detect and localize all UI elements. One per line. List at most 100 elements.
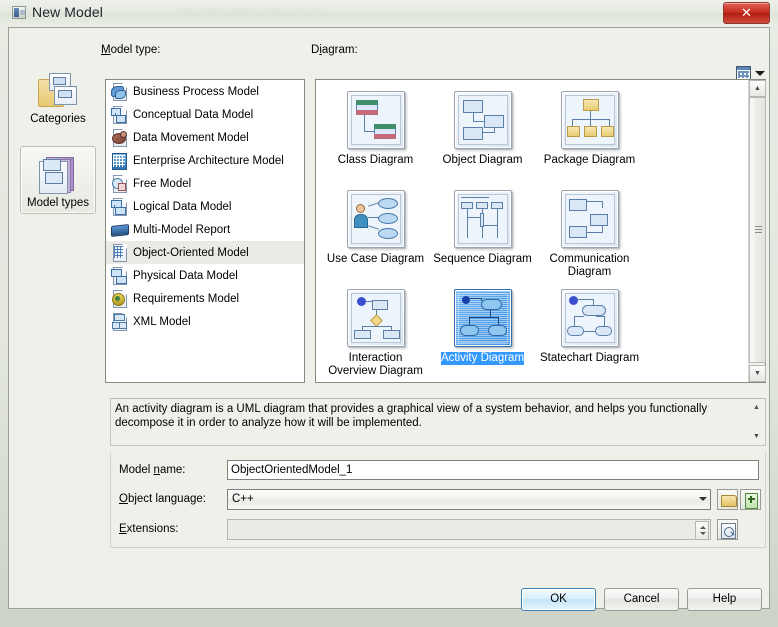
diagram-item-activity-diagram[interactable]: Activity Diagram — [429, 286, 536, 382]
list-item-label: Requirements Model — [133, 292, 240, 305]
diagram-grid: Class Diagram Object Diagram Package Dia… — [316, 80, 747, 382]
multi-model-report-icon — [111, 221, 129, 238]
communication-diagram-icon — [560, 190, 619, 248]
list-item-label: Business Process Model — [133, 85, 259, 98]
diagram-item-interaction-overview-diagram[interactable]: Interaction Overview Diagram — [322, 286, 429, 382]
use-case-diagram-icon — [346, 190, 405, 248]
logical-data-model-icon — [111, 198, 127, 216]
cancel-button[interactable]: Cancel — [604, 588, 679, 611]
model-type-list[interactable]: Business Process Model Conceptual Data M… — [105, 79, 305, 383]
list-item-object-oriented-model[interactable]: Object-Oriented Model — [106, 241, 304, 264]
diagram-item-label: Class Diagram — [337, 154, 414, 166]
add-language-button[interactable] — [740, 489, 761, 510]
interaction-overview-diagram-icon — [346, 289, 405, 347]
sequence-diagram-icon — [453, 190, 512, 248]
diagram-item-use-case-diagram[interactable]: Use Case Diagram — [322, 187, 429, 286]
chevron-down-icon — [755, 70, 765, 76]
scrollbar-thumb[interactable] — [749, 97, 766, 363]
diagram-item-label: Sequence Diagram — [433, 253, 532, 265]
conceptual-data-model-icon — [111, 106, 127, 124]
model-name-label: Model name: — [119, 464, 186, 476]
diagram-label: Diagram: — [311, 44, 358, 56]
enterprise-architecture-model-icon — [111, 152, 127, 170]
scroll-up-button[interactable]: ▲ — [749, 80, 766, 97]
list-item[interactable]: Conceptual Data Model — [106, 103, 304, 126]
diagram-item-communication-diagram[interactable]: Communication Diagram — [536, 187, 643, 286]
statechart-diagram-icon — [560, 289, 619, 347]
description-scroll-down-button[interactable]: ▼ — [748, 428, 765, 445]
xml-model-icon — [111, 313, 127, 331]
title-bar: ······ ······· ········ ······· ···· ···… — [0, 0, 778, 27]
diagram-item-statechart-diagram[interactable]: Statechart Diagram — [536, 286, 643, 382]
diagram-item-label: Communication Diagram — [549, 253, 630, 278]
close-button[interactable]: ✕ — [723, 2, 770, 24]
grid-view-icon — [736, 66, 751, 80]
diagram-item-label: Interaction Overview Diagram — [328, 352, 423, 377]
diagram-description-text: An activity diagram is a UML diagram tha… — [115, 403, 708, 429]
list-item[interactable]: Physical Data Model — [106, 264, 304, 287]
scroll-down-button[interactable]: ▼ — [749, 365, 766, 382]
list-item-label: Multi-Model Report — [133, 223, 231, 236]
diagram-item-object-diagram[interactable]: Object Diagram — [429, 88, 536, 187]
list-item[interactable]: Requirements Model — [106, 287, 304, 310]
titlebar-background-ghost-text: ······ ······· ········ ······· ···· ···… — [175, 6, 323, 18]
list-item-label: Object-Oriented Model — [133, 246, 249, 259]
browse-language-button[interactable] — [717, 489, 738, 510]
diagram-scrollbar[interactable]: ▲ ▼ — [748, 80, 766, 382]
sidebar-item-categories[interactable]: Categories — [20, 61, 96, 129]
folder-open-icon — [721, 495, 737, 507]
ok-button[interactable]: OK — [521, 588, 596, 611]
list-item[interactable]: Enterprise Architecture Model — [106, 149, 304, 172]
diagram-item-label: Statechart Diagram — [539, 352, 640, 364]
diagram-item-label: Package Diagram — [543, 154, 636, 166]
list-item[interactable]: Business Process Model — [106, 80, 304, 103]
window-title: New Model — [32, 4, 103, 20]
model-name-input[interactable] — [227, 460, 759, 480]
diagram-item-label: Use Case Diagram — [326, 253, 425, 265]
sidebar-item-model-types[interactable]: Model types — [20, 146, 96, 214]
business-process-model-icon — [111, 83, 127, 101]
sidebar-item-label: Categories — [30, 113, 86, 125]
free-model-icon — [111, 175, 127, 193]
list-item-label: Physical Data Model — [133, 269, 238, 282]
diagram-item-label: Activity Diagram — [440, 352, 525, 365]
diagram-description-box: An activity diagram is a UML diagram tha… — [110, 398, 766, 446]
diagram-item-class-diagram[interactable]: Class Diagram — [322, 88, 429, 187]
extensions-browse-button[interactable] — [717, 519, 738, 540]
list-item[interactable]: Free Model — [106, 172, 304, 195]
dialog-client-area: Model type: Diagram: Categories Model ty… — [8, 27, 770, 611]
requirements-model-icon — [111, 290, 127, 308]
add-resource-icon — [745, 493, 758, 509]
new-model-icon — [12, 6, 26, 19]
description-scroll-up-button[interactable]: ▲ — [748, 399, 765, 416]
scrollbar-grip-icon — [755, 226, 762, 234]
new-model-dialog-window: ······ ······· ········ ······· ···· ···… — [0, 0, 778, 627]
package-diagram-icon — [560, 91, 619, 149]
list-item-label: XML Model — [133, 315, 191, 328]
diagram-gallery-panel: Class Diagram Object Diagram Package Dia… — [315, 79, 766, 383]
list-item[interactable]: XML Model — [106, 310, 304, 333]
extensions-stepper[interactable] — [695, 521, 709, 540]
list-item-label: Conceptual Data Model — [133, 108, 254, 121]
object-diagram-icon — [453, 91, 512, 149]
description-scrollbar[interactable]: ▲ ▼ — [748, 399, 765, 445]
list-item-label: Data Movement Model — [133, 131, 249, 144]
extensions-input[interactable] — [227, 519, 711, 540]
chevron-down-icon — [699, 497, 707, 501]
list-item-label: Logical Data Model — [133, 200, 232, 213]
help-button[interactable]: Help — [687, 588, 762, 611]
list-item[interactable]: Multi-Model Report — [106, 218, 304, 241]
model-type-label: Model type: — [101, 44, 161, 56]
list-item[interactable]: Logical Data Model — [106, 195, 304, 218]
sidebar-item-label: Model types — [26, 197, 89, 209]
diagram-item-package-diagram[interactable]: Package Diagram — [536, 88, 643, 187]
object-oriented-model-icon — [111, 244, 127, 262]
object-language-value: C++ — [232, 493, 254, 505]
activity-diagram-icon — [453, 289, 512, 347]
extension-browse-icon — [721, 523, 736, 539]
list-item-label: Free Model — [133, 177, 192, 190]
categories-icon — [38, 71, 78, 109]
diagram-item-sequence-diagram[interactable]: Sequence Diagram — [429, 187, 536, 286]
list-item[interactable]: Data Movement Model — [106, 126, 304, 149]
object-language-combobox[interactable]: C++ — [227, 489, 711, 510]
